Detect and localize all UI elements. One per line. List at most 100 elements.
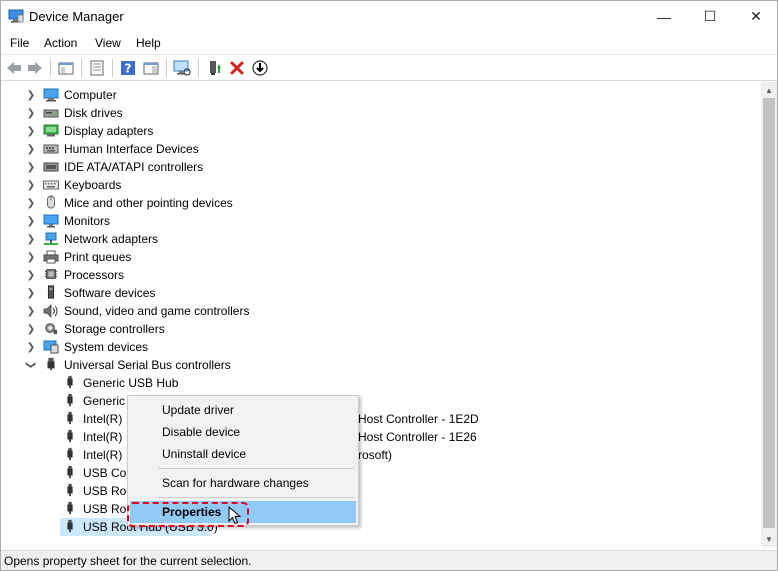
network-adapter-icon [44, 232, 58, 245]
chevron-right-icon[interactable]: ❯ [26, 216, 36, 227]
menu-item-update-driver[interactable]: Update driver [130, 399, 356, 421]
tree-device-label: Intel(R) [83, 412, 123, 426]
back-arrow-icon[interactable] [5, 59, 23, 77]
action-pane-icon[interactable] [142, 59, 160, 77]
title-bar[interactable]: Device Manager — ☐ ✕ [1, 1, 777, 32]
tree-category-label: Print queues [64, 250, 132, 264]
chevron-down-icon[interactable]: ❯ [26, 360, 37, 370]
chevron-right-icon[interactable]: ❯ [26, 108, 36, 119]
toolbar-separator [50, 59, 51, 77]
tree-category-label: Universal Serial Bus controllers [64, 358, 231, 372]
tree-device-usb-root-hub-3[interactable]: USB Root Hub (USB 3.0) [1, 518, 761, 536]
menu-file[interactable]: File [10, 36, 29, 50]
toolbar-separator [81, 59, 82, 77]
keyboard-icon [43, 180, 59, 190]
scroll-up-icon[interactable]: ▲ [761, 82, 777, 98]
scroll-thumb[interactable] [763, 98, 775, 528]
forward-arrow-icon[interactable] [26, 59, 44, 77]
tree-device-generic-usb-hub[interactable]: Generic USB Hub [1, 374, 761, 392]
tree-category-computer[interactable]: ❯ Computer [1, 86, 761, 104]
chevron-right-icon[interactable]: ❯ [26, 270, 36, 281]
tree-device-usb-composite[interactable]: USB Cor [1, 464, 761, 482]
maximize-button[interactable]: ☐ [687, 1, 733, 32]
tree-category-label: Computer [64, 88, 117, 102]
properties-icon[interactable] [88, 59, 106, 77]
tree-device-label: Generic [83, 394, 126, 408]
scan-hardware-icon[interactable] [173, 59, 191, 77]
tree-device-label: Intel(R) [83, 448, 123, 462]
tree-category-label: Network adapters [64, 232, 159, 246]
tree-category-storage-controllers[interactable]: ❯ Storage controllers [1, 320, 761, 338]
chevron-right-icon[interactable]: ❯ [26, 306, 36, 317]
tree-device-label-suffix: rosoft) [358, 448, 393, 462]
usb-plug-icon [67, 519, 73, 533]
disable-device-icon[interactable] [251, 59, 269, 77]
chevron-right-icon[interactable]: ❯ [26, 126, 36, 137]
chevron-right-icon[interactable]: ❯ [26, 342, 36, 353]
tree-category-disk-drives[interactable]: ❯ Disk drives [1, 104, 761, 122]
tree-category-processors[interactable]: ❯ Processors [1, 266, 761, 284]
toolbar-separator [166, 59, 167, 77]
tree-category-human-interface-devices[interactable]: ❯ Human Interface Devices [1, 140, 761, 158]
storage-controller-icon [45, 323, 58, 335]
tree-device-usb-root-hub-2[interactable]: USB Roo [1, 500, 761, 518]
tree-category-label: Storage controllers [64, 322, 165, 336]
tree-device-label: USB Cor [83, 466, 131, 480]
chevron-right-icon[interactable]: ❯ [26, 324, 36, 335]
tree-category-network-adapters[interactable]: ❯ Network adapters [1, 230, 761, 248]
usb-plug-icon [67, 393, 73, 407]
chevron-right-icon[interactable]: ❯ [26, 90, 36, 101]
close-button[interactable]: ✕ [733, 1, 778, 32]
tree-device-generic[interactable]: Generic [1, 392, 761, 410]
menu-help[interactable]: Help [136, 36, 161, 50]
tree-category-ide-controllers[interactable]: ❯ IDE ATA/ATAPI controllers [1, 158, 761, 176]
menu-action[interactable]: Action [44, 36, 77, 50]
help-icon[interactable]: ? [119, 59, 137, 77]
vertical-scrollbar[interactable]: ▲ ▼ [761, 82, 777, 547]
scroll-down-icon[interactable]: ▼ [761, 531, 777, 547]
menu-item-label: Uninstall device [162, 447, 247, 461]
tree-device-label: USB Roo [83, 484, 134, 498]
show-hide-console-tree-icon[interactable] [57, 59, 75, 77]
update-driver-icon[interactable] [205, 59, 223, 77]
menu-item-scan-hardware[interactable]: Scan for hardware changes [130, 472, 356, 494]
tree-category-monitors[interactable]: ❯ Monitors [1, 212, 761, 230]
menu-item-uninstall-device[interactable]: Uninstall device [130, 443, 356, 465]
chevron-right-icon[interactable]: ❯ [26, 288, 36, 299]
tree-device-intel-1e2d[interactable]: Intel(R) Host Controller - 1E2D [1, 410, 761, 428]
tree-category-label: Processors [64, 268, 125, 282]
maximize-icon: ☐ [703, 8, 717, 24]
tree-category-keyboards[interactable]: ❯ Keyboards [1, 176, 761, 194]
tree-device-label: Intel(R) [83, 430, 123, 444]
chevron-right-icon[interactable]: ❯ [26, 180, 36, 191]
tree-category-print-queues[interactable]: ❯ Print queues [1, 248, 761, 266]
chevron-right-icon[interactable]: ❯ [26, 144, 36, 155]
chevron-right-icon[interactable]: ❯ [26, 162, 36, 173]
tree-device-label: Generic USB Hub [83, 376, 179, 390]
chevron-right-icon[interactable]: ❯ [26, 252, 36, 263]
chevron-right-icon[interactable]: ❯ [26, 198, 36, 209]
minimize-button[interactable]: — [641, 1, 687, 32]
device-manager-window: Device Manager — ☐ ✕ File Action View He… [0, 0, 778, 571]
tree-category-system-devices[interactable]: ❯ System devices [1, 338, 761, 356]
menu-view[interactable]: View [95, 36, 121, 50]
tree-category-sound-video[interactable]: ❯ Sound, video and game controllers [1, 302, 761, 320]
tree-category-usb-controllers[interactable]: ❯ Universal Serial Bus controllers [1, 356, 761, 374]
tree-category-display-adapters[interactable]: ❯ Display adapters [1, 122, 761, 140]
tree-category-label: Disk drives [64, 106, 123, 120]
tree-device-intel-microsoft[interactable]: Intel(R) rosoft) [1, 446, 761, 464]
tree-category-label: System devices [64, 340, 149, 354]
tree-device-intel-1e26[interactable]: Intel(R) Host Controller - 1E26 [1, 428, 761, 446]
device-tree[interactable]: ❯ Computer ❯ Disk drives ❯ Display adapt… [1, 82, 761, 547]
menu-bar: File Action View Help [1, 32, 777, 54]
ide-controller-icon [43, 162, 59, 172]
uninstall-icon[interactable] [228, 59, 246, 77]
computer-icon [43, 88, 59, 102]
menu-item-disable-device[interactable]: Disable device [130, 421, 356, 443]
chevron-right-icon[interactable]: ❯ [26, 234, 36, 245]
display-adapter-icon [43, 124, 59, 137]
usb-plug-icon [67, 465, 73, 479]
tree-device-usb-root-hub-1[interactable]: USB Roo [1, 482, 761, 500]
tree-category-mice[interactable]: ❯ Mice and other pointing devices [1, 194, 761, 212]
tree-category-software-devices[interactable]: ❯ Software devices [1, 284, 761, 302]
